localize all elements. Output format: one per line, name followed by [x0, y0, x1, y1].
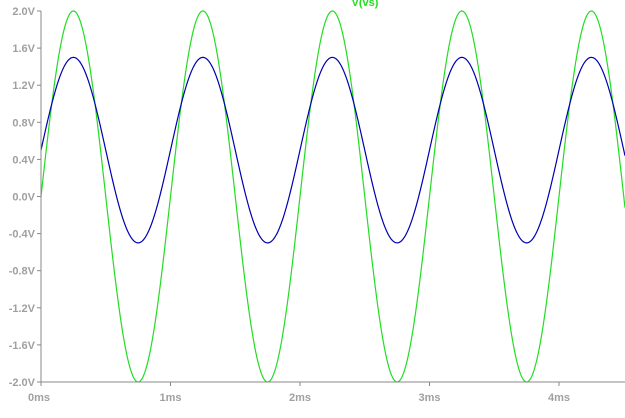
- x-tick-label: 2ms: [289, 392, 311, 404]
- x-tick-label: 4ms: [548, 392, 570, 404]
- y-tick-label: -0.4V: [9, 229, 36, 241]
- y-tick-label: 0.8V: [12, 117, 35, 129]
- waveform-plot: 2.0V 1.6V 1.2V 0.8V 0.4V 0.0V -0.4V -0.8V -1.2V -…: [0, 0, 625, 413]
- y-tick-label: 0.4V: [12, 154, 35, 166]
- chart-svg: 2.0V 1.6V 1.2V 0.8V 0.4V 0.0V -0.4V -0.8V -1.2V -…: [0, 0, 625, 413]
- x-tick-label: 1ms: [159, 392, 181, 404]
- chart-title[interactable]: V(vs): [352, 0, 379, 9]
- y-tick-label: 1.2V: [12, 80, 35, 92]
- x-tick-label: 0ms: [28, 392, 50, 404]
- x-tick-label: 3ms: [418, 392, 440, 404]
- y-tick-label: -1.2V: [9, 303, 36, 315]
- y-tick-label: 1.6V: [12, 43, 35, 55]
- plot-background: [0, 0, 625, 413]
- y-tick-label: -1.6V: [9, 340, 36, 352]
- y-tick-label: -2.0V: [9, 377, 36, 389]
- y-tick-label: -0.8V: [9, 266, 36, 278]
- y-tick-label: 0.0V: [12, 192, 35, 204]
- y-tick-label: 2.0V: [12, 6, 35, 18]
